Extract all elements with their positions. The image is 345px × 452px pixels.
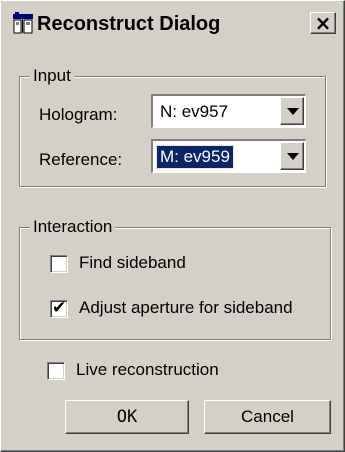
interaction-group-title: Interaction: [30, 217, 116, 237]
find-sideband-label: Find sideband: [79, 253, 186, 272]
live-reconstruction-box[interactable]: [47, 362, 65, 380]
title-bar: Reconstruct Dialog ×: [4, 4, 341, 40]
adjust-aperture-label: Adjust aperture for sideband: [79, 298, 293, 317]
reference-value: M: ev959: [156, 145, 234, 169]
ok-button[interactable]: OK: [65, 400, 189, 434]
reference-label: Reference:: [39, 150, 123, 169]
close-icon: ×: [314, 11, 332, 35]
close-button[interactable]: ×: [310, 12, 336, 34]
input-group-title: Input: [30, 66, 74, 86]
reconstruct-dialog: Reconstruct Dialog × Input Hologram: N: …: [0, 0, 345, 452]
hologram-value: N: ev957: [160, 102, 229, 121]
reference-select[interactable]: M: ev959: [151, 139, 306, 173]
adjust-aperture-box[interactable]: ✔: [50, 298, 68, 318]
hologram-label: Hologram:: [39, 105, 118, 124]
window-title: Reconstruct Dialog: [37, 13, 221, 35]
live-reconstruction-label: Live reconstruction: [76, 360, 219, 379]
hologram-dropdown-button[interactable]: [280, 97, 304, 125]
chevron-down-icon: [287, 153, 299, 160]
find-sideband-box[interactable]: [50, 255, 68, 273]
interaction-group: Interaction: [19, 217, 331, 340]
hologram-select[interactable]: N: ev957: [151, 94, 306, 128]
cancel-button[interactable]: Cancel: [204, 400, 331, 434]
app-icon: [12, 12, 34, 34]
chevron-down-icon: [287, 108, 299, 115]
reference-dropdown-button[interactable]: [280, 142, 304, 170]
checkmark-icon: ✔: [52, 298, 67, 318]
